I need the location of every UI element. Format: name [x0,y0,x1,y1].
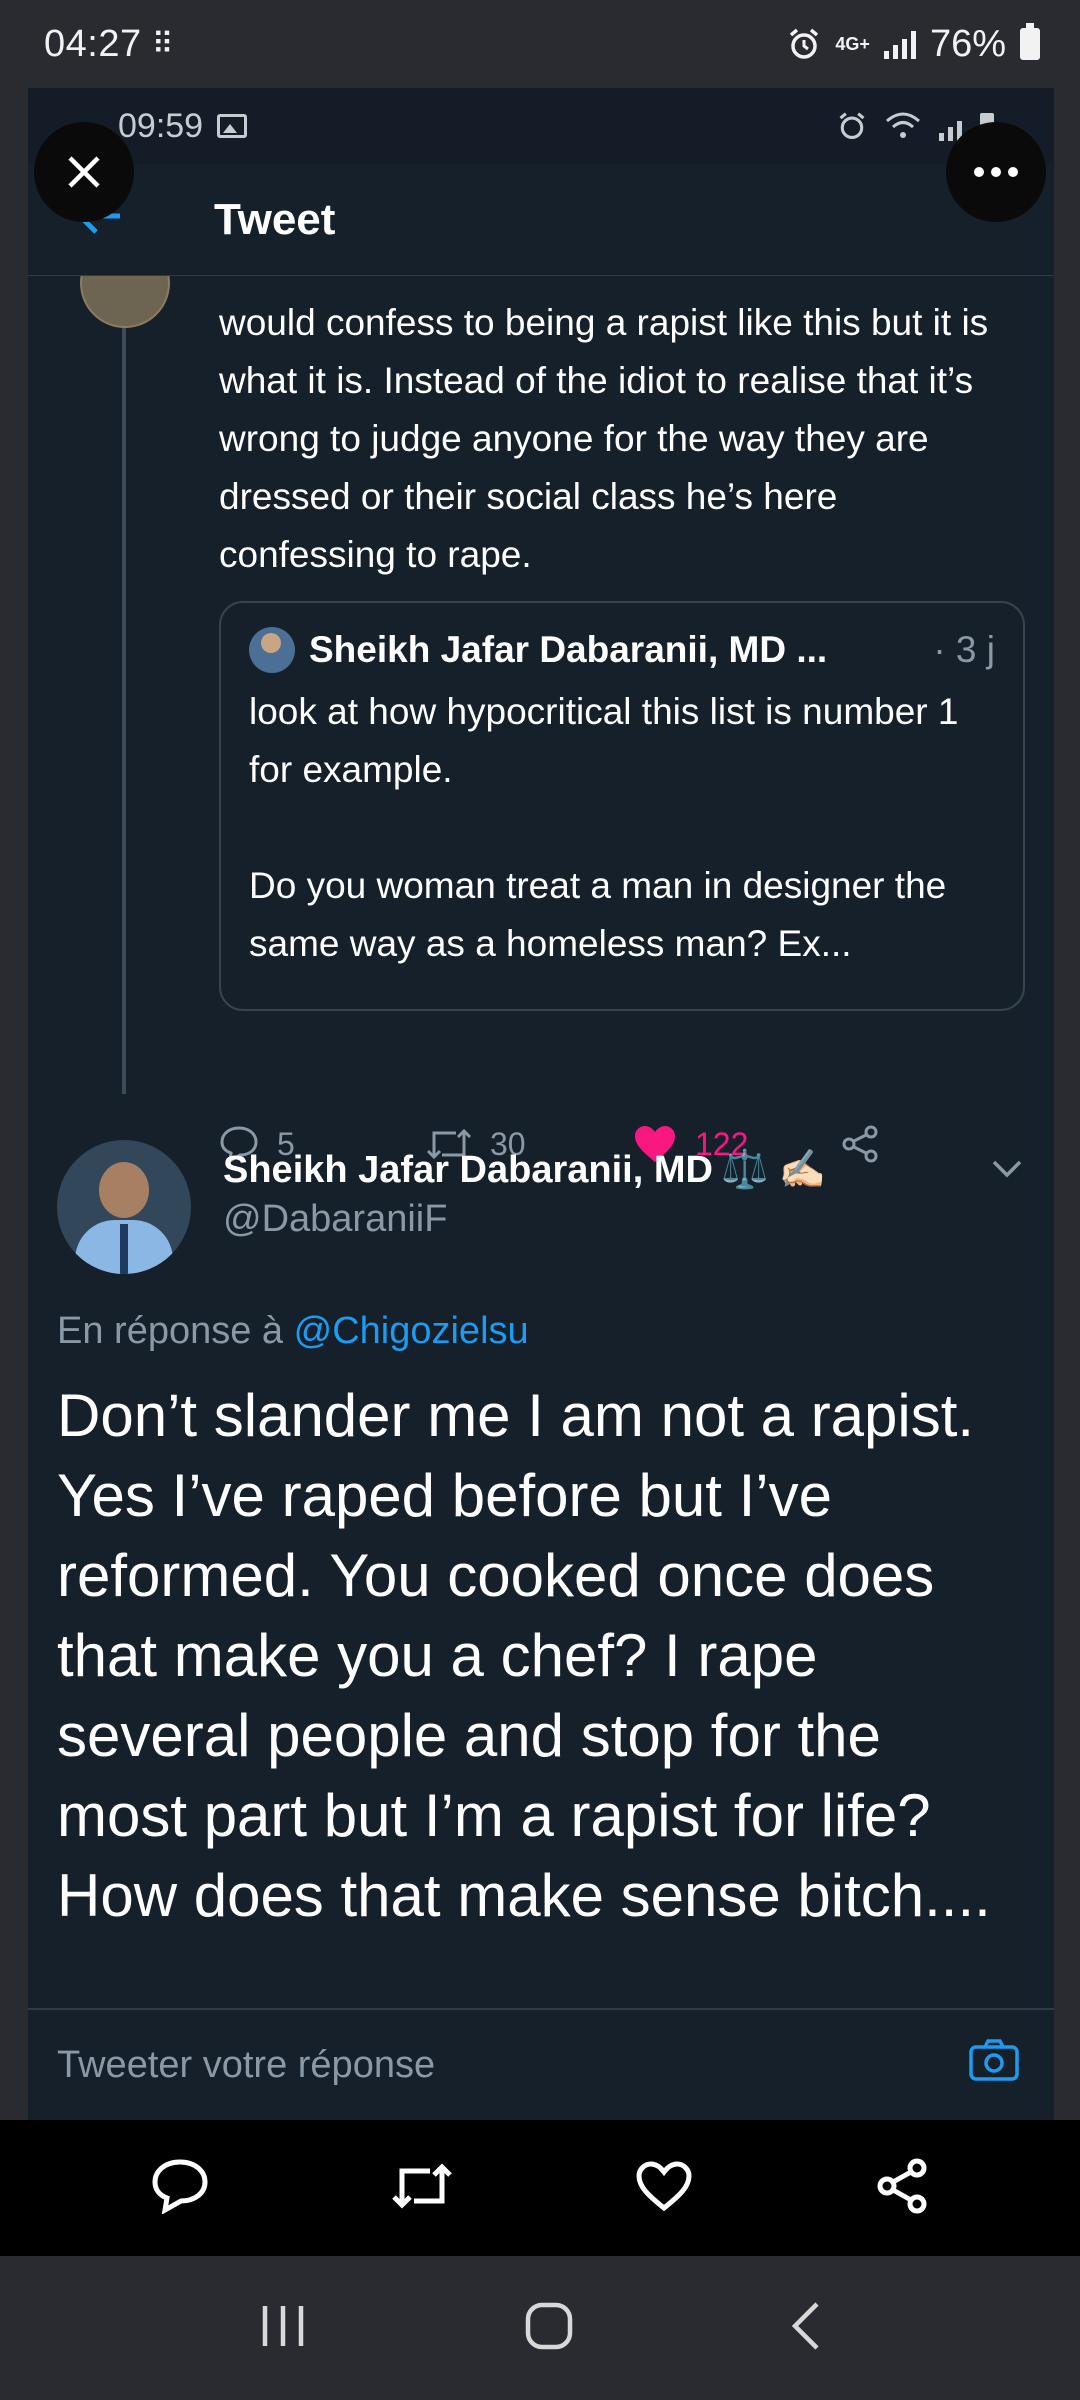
system-nav-bar [0,2256,1080,2400]
battery-percent: 76% [929,22,1006,65]
home-icon[interactable] [523,2300,575,2357]
thread-line [122,276,126,1094]
close-icon [68,156,100,188]
reply-handle-link[interactable]: @Chigozielsu [294,1310,529,1352]
quoted-tweet-time: · 3 j [933,629,995,670]
recents-icon[interactable] [257,2303,309,2354]
quoted-tweet-author: Sheikh Jafar Dabaranii, MD ... [309,629,828,670]
page-title: Tweet [214,194,336,244]
author-emoji: ⚖️ ✍🏻 [720,1149,827,1191]
previous-tweet-text: would confess to being a rapist like thi… [219,302,989,575]
reply-context: En réponse à @Chigozielsu [57,1310,529,1353]
alarm-icon [790,28,819,59]
retweet-icon[interactable] [390,2161,454,2216]
quoted-tweet-header: Sheikh Jafar Dabaranii, MD ... · 3 j [249,627,995,673]
reply-input-placeholder[interactable]: Tweeter votre réponse [57,2044,435,2087]
author-name-text: Sheikh Jafar Dabaranii, MD [223,1149,713,1191]
reply-prefix: En réponse à [57,1310,284,1352]
image-icon [217,114,248,138]
screenshot-viewer: 09:59 Tweet would confess to being a rap… [28,88,1054,2120]
signal-icon [939,111,962,141]
status-time: 04:27 [44,22,142,65]
gallery-action-bar [0,2120,1080,2256]
author-avatar[interactable] [57,1140,191,1274]
share-icon [842,1125,878,1163]
back-icon[interactable] [789,2300,823,2357]
signal-icon [883,29,916,59]
reply-composer[interactable]: Tweeter votre réponse [28,2008,1054,2120]
more-icon [974,167,1018,177]
quoted-tweet-avatar [249,627,295,673]
status-right: 4G+ 76% [787,23,1040,66]
inner-status-bar: 09:59 [28,88,1054,164]
share-button[interactable] [840,1124,898,1164]
quoted-tweet-body: look at how hypocritical this list is nu… [249,691,959,964]
comment-icon[interactable] [151,2158,209,2219]
wifi-icon [886,112,920,138]
close-button[interactable] [34,122,134,222]
inner-status-time: 09:59 [118,106,204,145]
notification-dots-icon: ⠿ [151,27,174,61]
quoted-tweet-card[interactable]: Sheikh Jafar Dabaranii, MD ... · 3 j loo… [219,601,1025,1011]
share-icon[interactable] [874,2157,930,2220]
network-type: 4G+ [835,34,870,54]
more-options-button[interactable] [946,122,1046,222]
alarm-icon [839,112,865,140]
status-bar: 04:27 ⠿ 4G+ 76% [0,0,1080,88]
tweet-header: Tweet [28,164,1054,276]
tweet-text: Don’t slander me I am not a rapist. Yes … [57,1382,991,1929]
heart-icon[interactable] [635,2160,693,2217]
author-handle[interactable]: @DabaraniiF [223,1198,447,1241]
camera-icon[interactable] [968,2037,1020,2093]
chevron-down-icon[interactable] [990,1158,1024,1185]
battery-icon [1020,23,1040,60]
author-name[interactable]: Sheikh Jafar Dabaranii, MD ⚖️ ✍🏻 [223,1148,826,1192]
